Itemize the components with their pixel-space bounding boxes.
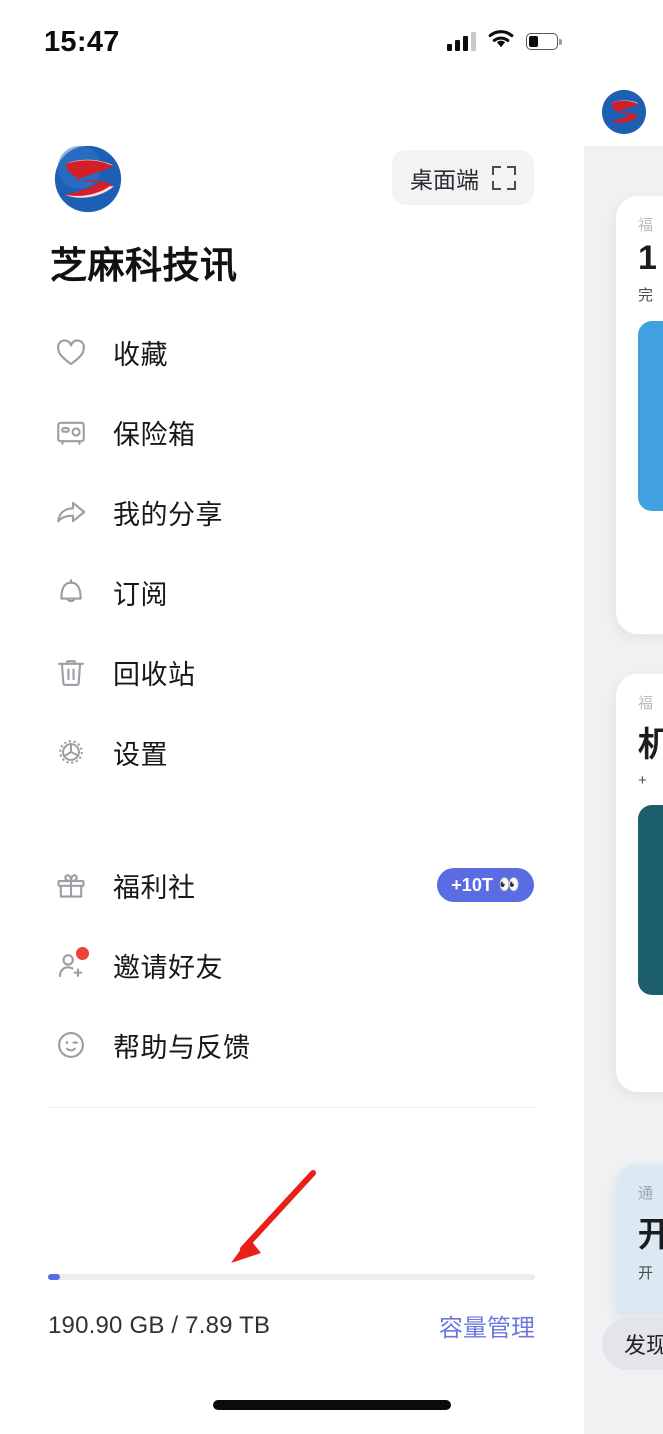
- card-title: 1: [638, 239, 657, 277]
- bell-icon: [54, 575, 88, 609]
- status-badge[interactable]: +10T 👀: [437, 868, 534, 902]
- heart-icon: [54, 335, 88, 369]
- discover-button[interactable]: 发现: [602, 1318, 663, 1370]
- app-logo-icon: [52, 143, 124, 215]
- drawer-menu: 收藏 保险箱 我的分享 订阅 回收站 设置 福利社 +10T 👀 邀请好友 帮助…: [0, 312, 584, 1108]
- capacity-manage-link[interactable]: 容量管理: [439, 1308, 535, 1343]
- menu-item-label: 邀请好友: [113, 952, 223, 983]
- status-time: 15:47: [44, 26, 120, 58]
- card-subtitle: 完: [638, 287, 654, 304]
- menu-item-label: 保险箱: [113, 419, 196, 450]
- badge-text: +10T: [451, 874, 493, 895]
- desktop-button-label: 桌面端: [410, 166, 479, 193]
- card-thumbnail: [638, 321, 663, 511]
- card-category: 通: [638, 1185, 654, 1202]
- desktop-mode-button[interactable]: 桌面端: [392, 150, 534, 205]
- menu-item-help-feedback[interactable]: 帮助与反馈: [0, 1005, 584, 1085]
- phone-screen: 福 1 完 福 机 + 通 开 开 发现 15:47 桌面端 芝麻科技讯 收藏 …: [0, 0, 663, 1434]
- add-user-icon: [54, 947, 89, 982]
- menu-item-label: 回收站: [113, 659, 196, 690]
- menu-item-label: 帮助与反馈: [113, 1032, 251, 1063]
- storage-section: 190.90 GB / 7.89 TB 容量管理: [48, 1274, 535, 1343]
- card-subtitle: 开: [638, 1265, 654, 1282]
- background-card[interactable]: 福 机 +: [616, 674, 663, 1092]
- app-logo-icon: [600, 88, 648, 136]
- menu-item-label: 我的分享: [113, 499, 223, 530]
- menu-item-label: 收藏: [113, 339, 168, 370]
- cellular-signal-icon: [447, 31, 476, 51]
- card-thumbnail: [638, 805, 663, 995]
- menu-item-safe-box[interactable]: 保险箱: [0, 392, 584, 472]
- background-app-panel[interactable]: 福 1 完 福 机 + 通 开 开 发现: [584, 0, 663, 1434]
- menu-item-invite-friends[interactable]: 邀请好友: [0, 925, 584, 1005]
- gift-icon: [54, 868, 88, 902]
- scan-frame-icon: [492, 165, 516, 190]
- menu-item-welfare-club[interactable]: 福利社 +10T 👀: [0, 845, 584, 925]
- card-title: 机: [638, 726, 663, 764]
- background-card[interactable]: 通 开 开: [616, 1164, 663, 1314]
- background-card[interactable]: 福 1 完: [616, 196, 663, 634]
- menu-item-subscriptions[interactable]: 订阅: [0, 552, 584, 632]
- menu-item-my-shares[interactable]: 我的分享: [0, 472, 584, 552]
- safe-box-icon: [54, 415, 88, 449]
- battery-icon: [526, 32, 562, 50]
- red-pointer-arrow-icon: [215, 1165, 325, 1275]
- share-arrow-icon: [54, 495, 88, 529]
- page-title: 芝麻科技讯: [50, 245, 238, 286]
- status-icons: [447, 28, 562, 54]
- menu-item-label: 订阅: [113, 579, 168, 610]
- wifi-icon: [487, 28, 515, 54]
- menu-item-favorites[interactable]: 收藏: [0, 312, 584, 392]
- storage-usage-text: 190.90 GB / 7.89 TB: [48, 1311, 271, 1339]
- card-category: 福: [638, 217, 654, 234]
- status-bar: 15:47: [0, 0, 584, 74]
- menu-item-recycle-bin[interactable]: 回收站: [0, 632, 584, 712]
- menu-divider: [48, 1107, 535, 1108]
- notification-dot: [76, 947, 89, 960]
- gear-icon: [54, 735, 88, 769]
- card-category: 福: [638, 695, 654, 712]
- storage-progress-bar: [48, 1274, 535, 1280]
- smiley-wink-icon: [54, 1028, 88, 1062]
- storage-progress-fill: [48, 1274, 60, 1280]
- card-subtitle: +: [638, 772, 647, 789]
- menu-item-label: 福利社: [113, 872, 196, 903]
- eyes-emoji-icon: 👀: [498, 875, 520, 894]
- home-indicator: [213, 1400, 451, 1410]
- card-title: 开: [638, 1216, 663, 1254]
- menu-item-settings[interactable]: 设置: [0, 712, 584, 792]
- side-drawer: 15:47 桌面端 芝麻科技讯 收藏 保险箱 我的分享 订阅 回收站 设置 福利…: [0, 0, 584, 1434]
- menu-item-label: 设置: [113, 739, 168, 770]
- trash-icon: [54, 655, 88, 689]
- background-app-topbar: [584, 0, 663, 146]
